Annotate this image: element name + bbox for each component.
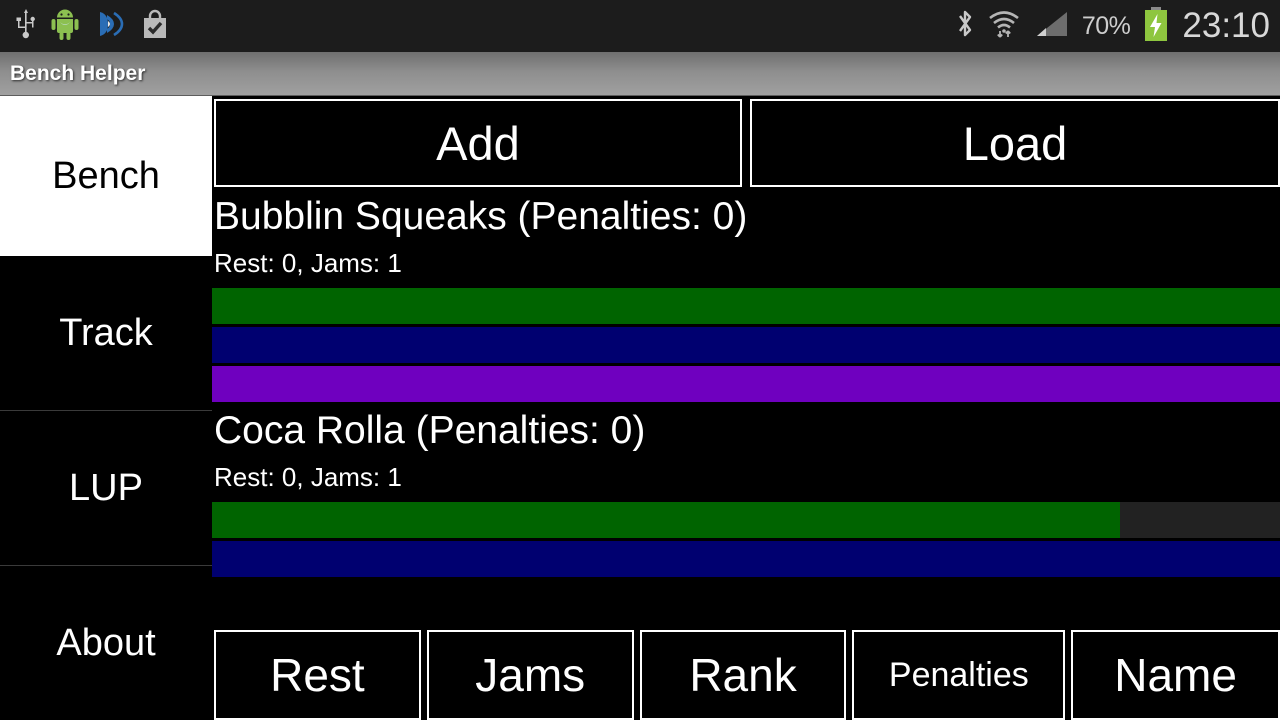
rest-button[interactable]: Rest	[214, 630, 421, 720]
sidebar-item-label-about: About	[56, 621, 156, 664]
app-title-bar: Bench Helper	[0, 52, 1280, 96]
battery-charging-icon	[1143, 6, 1169, 46]
cellular-signal-icon	[1033, 9, 1069, 44]
progress-bar-purple	[212, 366, 1280, 402]
sidebar-tabs: Bench Track LUP About	[0, 96, 212, 720]
progress-bar-green	[212, 288, 1280, 324]
jams-button[interactable]: Jams	[426, 630, 634, 720]
app-title: Bench Helper	[10, 61, 146, 85]
load-button-label: Load	[962, 116, 1068, 170]
progress-bar-green-fill	[212, 502, 1120, 538]
add-button-label: Add	[436, 116, 520, 170]
android-robot-icon	[50, 8, 80, 45]
progress-bar-navy-fill	[212, 327, 1280, 363]
sidebar-item-label-lup: LUP	[69, 466, 143, 509]
skater-name: Coca Rolla (Penalties: 0)	[214, 409, 646, 452]
status-bar-right-icons: 70% 23:10	[955, 5, 1270, 46]
penalties-button-label: Penalties	[888, 655, 1029, 694]
progress-bar-navy	[212, 327, 1280, 363]
status-bar-left-icons	[14, 8, 170, 45]
rank-button-label: Rank	[689, 649, 797, 701]
jams-button-label: Jams	[475, 649, 586, 701]
action-button-row: Add Load	[214, 99, 1280, 187]
add-button[interactable]: Add	[214, 99, 742, 187]
name-button-label: Name	[1114, 649, 1237, 701]
progress-bar-purple-fill	[212, 366, 1280, 402]
penalties-button[interactable]: Penalties	[852, 630, 1066, 720]
skater-bars	[212, 283, 1280, 402]
bluetooth-icon	[955, 8, 975, 45]
progress-bar-navy	[212, 541, 1280, 577]
rest-button-label: Rest	[270, 649, 365, 701]
skater-list: Bubblin Squeaks (Penalties: 0) Rest: 0, …	[212, 191, 1280, 631]
sidebar-item-lup[interactable]: LUP	[0, 411, 212, 566]
skater-name: Bubblin Squeaks (Penalties: 0)	[214, 195, 748, 238]
skater-stats: Rest: 0, Jams: 1	[214, 248, 402, 278]
nfc-icon	[94, 8, 126, 45]
list-item[interactable]: Bubblin Squeaks (Penalties: 0) Rest: 0, …	[212, 191, 1280, 402]
sidebar-item-label-track: Track	[59, 311, 153, 354]
skater-bars	[212, 497, 1280, 577]
sidebar-item-label-bench: Bench	[52, 154, 160, 197]
name-button[interactable]: Name	[1071, 630, 1280, 720]
bench-content-pane: Add Load Bubblin Squeaks (Penalties: 0) …	[212, 96, 1280, 720]
sidebar-item-bench[interactable]: Bench	[0, 96, 212, 256]
wifi-icon	[988, 8, 1020, 45]
skater-stats: Rest: 0, Jams: 1	[214, 462, 402, 492]
status-bar: 70% 23:10	[0, 0, 1280, 52]
clock-label: 23:10	[1182, 5, 1270, 45]
progress-bar-navy-fill	[212, 541, 1280, 577]
load-button[interactable]: Load	[750, 99, 1280, 187]
progress-bar-green-fill	[212, 288, 1280, 324]
sidebar-item-about[interactable]: About	[0, 566, 212, 720]
list-item[interactable]: Coca Rolla (Penalties: 0) Rest: 0, Jams:…	[212, 405, 1280, 577]
sort-button-row: Rest Jams Rank Penalties Name	[214, 630, 1280, 720]
rank-button[interactable]: Rank	[639, 630, 847, 720]
usb-icon	[14, 8, 36, 44]
app-body: Bench Track LUP About Add Load Bubblin S…	[0, 96, 1280, 720]
play-store-bag-icon	[140, 8, 170, 45]
progress-bar-green	[212, 502, 1280, 538]
battery-percent-label: 70%	[1081, 11, 1131, 40]
sidebar-item-track[interactable]: Track	[0, 256, 212, 411]
